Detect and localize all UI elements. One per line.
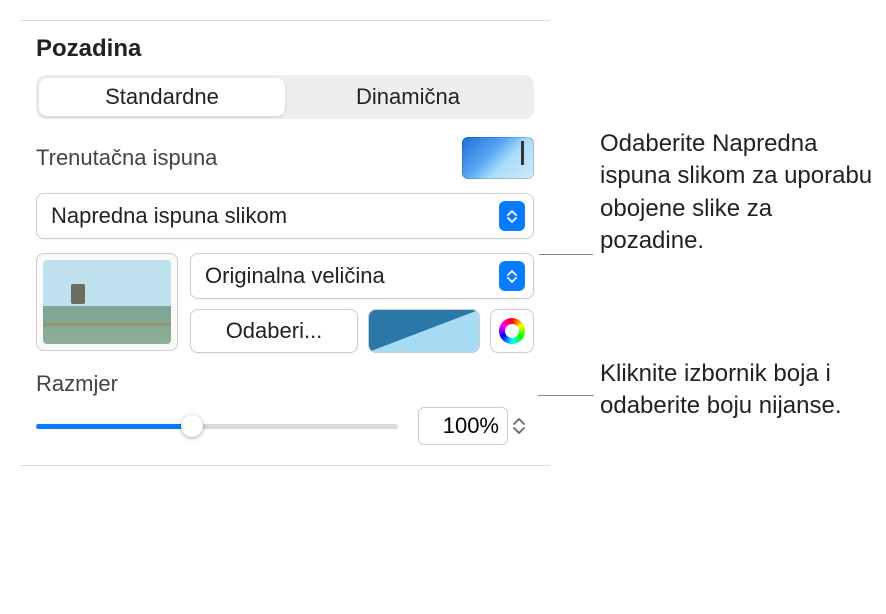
image-sizing-value: Originalna veličina (205, 263, 385, 289)
callout-leader-2 (538, 395, 594, 396)
scale-slider[interactable] (36, 415, 398, 437)
background-mode-segmented[interactable]: Standardne Dinamična (36, 75, 534, 119)
segment-dynamic[interactable]: Dinamična (285, 78, 531, 116)
scale-label: Razmjer (36, 371, 534, 397)
image-preview (43, 260, 171, 344)
current-fill-label: Trenutačna ispuna (36, 145, 217, 171)
stepper-arrows[interactable] (512, 407, 534, 445)
color-wheel-icon (499, 318, 525, 344)
color-picker-button[interactable] (490, 309, 534, 353)
image-sizing-popup[interactable]: Originalna veličina (190, 253, 534, 299)
fill-type-popup[interactable]: Napredna ispuna slikom (36, 193, 534, 239)
slider-thumb[interactable] (181, 415, 203, 437)
annotation-fill-type: Odaberite Napredna ispuna slikom za upor… (600, 128, 880, 258)
annotation-color-picker: Kliknite izbornik boja i odaberite boju … (600, 358, 860, 423)
background-panel: Pozadina Standardne Dinamična Trenutačna… (20, 20, 550, 466)
section-title-background: Pozadina (36, 35, 534, 63)
choose-image-button[interactable]: Odaberi... (190, 309, 358, 353)
updown-arrows-icon (499, 261, 525, 291)
image-well[interactable] (36, 253, 178, 351)
scale-stepper (418, 407, 534, 445)
slider-fill (36, 424, 192, 429)
current-fill-preview[interactable] (462, 137, 534, 179)
tint-color-swatch[interactable] (368, 309, 480, 353)
callout-leader-1 (539, 254, 593, 255)
updown-arrows-icon (499, 201, 525, 231)
segment-standard[interactable]: Standardne (39, 78, 285, 116)
fill-type-value: Napredna ispuna slikom (51, 203, 287, 229)
choose-image-label: Odaberi... (226, 318, 323, 344)
scale-input[interactable] (418, 407, 508, 445)
